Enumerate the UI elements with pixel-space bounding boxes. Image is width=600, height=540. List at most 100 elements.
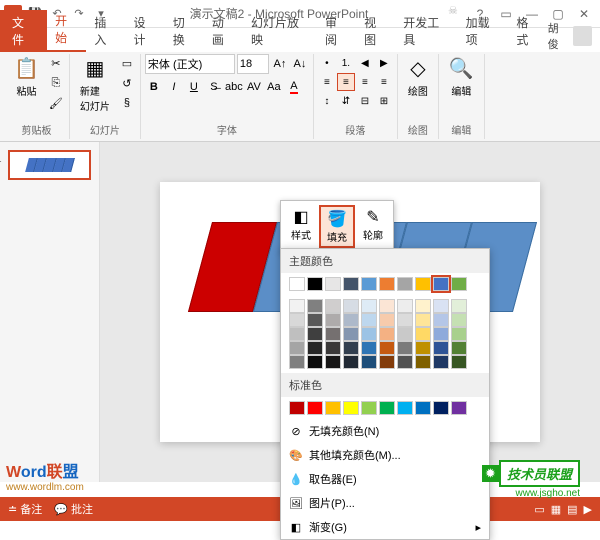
mini-style-button[interactable]: ◧ 样式: [285, 205, 317, 248]
spacing-icon[interactable]: AV: [245, 78, 263, 96]
mini-fill-button[interactable]: 🪣 填充: [319, 205, 355, 248]
theme-tint-swatch[interactable]: [397, 299, 413, 313]
slide-thumbnail-1[interactable]: 1: [8, 150, 91, 180]
tab-home[interactable]: 开始: [47, 8, 86, 52]
theme-tint-swatch[interactable]: [397, 327, 413, 341]
indent-increase-icon[interactable]: ▶: [375, 54, 393, 72]
smartart-icon[interactable]: ⊞: [375, 92, 393, 110]
theme-tint-swatch[interactable]: [397, 341, 413, 355]
theme-tint-swatch[interactable]: [289, 299, 305, 313]
text-direction-icon[interactable]: ⇵: [337, 92, 355, 110]
theme-tint-swatch[interactable]: [415, 341, 431, 355]
standard-color-swatch[interactable]: [307, 401, 323, 415]
gradient-item[interactable]: ◧ 渐变(G) ▸: [281, 515, 489, 539]
normal-view-icon[interactable]: ▭: [534, 503, 544, 516]
drawing-button[interactable]: ◇ 绘图: [402, 54, 434, 100]
indent-decrease-icon[interactable]: ◀: [356, 54, 374, 72]
theme-tint-swatch[interactable]: [289, 313, 305, 327]
theme-tint-swatch[interactable]: [415, 299, 431, 313]
layout-icon[interactable]: ▭: [118, 54, 136, 72]
standard-color-swatch[interactable]: [397, 401, 413, 415]
theme-color-swatch[interactable]: [361, 277, 377, 291]
no-fill-item[interactable]: ⊘ 无填充颜色(N): [281, 419, 489, 443]
copy-icon[interactable]: ⎘: [47, 74, 65, 92]
font-color-icon[interactable]: A: [285, 78, 303, 96]
format-painter-icon[interactable]: 🖌: [47, 94, 65, 112]
theme-tint-swatch[interactable]: [433, 341, 449, 355]
standard-color-swatch[interactable]: [451, 401, 467, 415]
theme-tint-swatch[interactable]: [397, 355, 413, 369]
theme-tint-swatch[interactable]: [307, 355, 323, 369]
tab-format[interactable]: 格式: [508, 10, 547, 52]
status-comments[interactable]: 💬 批注: [54, 501, 93, 517]
line-spacing-icon[interactable]: ↕: [318, 92, 336, 110]
theme-tint-swatch[interactable]: [451, 341, 467, 355]
theme-tint-swatch[interactable]: [343, 299, 359, 313]
bullets-icon[interactable]: •: [318, 54, 336, 72]
theme-color-swatch[interactable]: [307, 277, 323, 291]
theme-tint-swatch[interactable]: [307, 341, 323, 355]
theme-tint-swatch[interactable]: [289, 341, 305, 355]
tab-design[interactable]: 设计: [126, 10, 165, 52]
tab-slideshow[interactable]: 幻灯片放映: [243, 10, 317, 52]
theme-tint-swatch[interactable]: [307, 313, 323, 327]
theme-tint-swatch[interactable]: [343, 313, 359, 327]
theme-color-swatch[interactable]: [397, 277, 413, 291]
theme-tint-swatch[interactable]: [433, 313, 449, 327]
justify-icon[interactable]: ≡: [375, 73, 393, 91]
cut-icon[interactable]: ✂: [47, 54, 65, 72]
theme-tint-swatch[interactable]: [325, 355, 341, 369]
theme-tint-swatch[interactable]: [361, 299, 377, 313]
paste-button[interactable]: 📋 粘贴: [8, 54, 45, 100]
new-slide-button[interactable]: ▦ 新建 幻灯片: [74, 54, 116, 115]
theme-color-swatch[interactable]: [289, 277, 305, 291]
theme-tint-swatch[interactable]: [325, 313, 341, 327]
theme-tint-swatch[interactable]: [325, 341, 341, 355]
standard-color-swatch[interactable]: [343, 401, 359, 415]
theme-tint-swatch[interactable]: [361, 327, 377, 341]
theme-color-swatch[interactable]: [325, 277, 341, 291]
picture-fill-item[interactable]: 🖼 图片(P)...: [281, 491, 489, 515]
theme-tint-swatch[interactable]: [379, 299, 395, 313]
section-icon[interactable]: §: [118, 94, 136, 112]
theme-color-swatch[interactable]: [415, 277, 431, 291]
theme-tint-swatch[interactable]: [397, 313, 413, 327]
theme-tint-swatch[interactable]: [289, 327, 305, 341]
theme-tint-swatch[interactable]: [361, 341, 377, 355]
user-name[interactable]: 胡俊: [548, 20, 569, 52]
theme-tint-swatch[interactable]: [307, 299, 323, 313]
standard-color-swatch[interactable]: [325, 401, 341, 415]
mini-outline-button[interactable]: ✎ 轮廓: [357, 205, 389, 248]
theme-color-swatch[interactable]: [433, 277, 449, 291]
theme-tint-swatch[interactable]: [361, 313, 377, 327]
theme-tint-swatch[interactable]: [415, 355, 431, 369]
tab-file[interactable]: 文件: [0, 10, 47, 52]
tab-transitions[interactable]: 切换: [165, 10, 204, 52]
strikethrough-icon[interactable]: S̶: [205, 78, 223, 96]
theme-color-swatch[interactable]: [343, 277, 359, 291]
align-right-icon[interactable]: ≡: [356, 73, 374, 91]
theme-tint-swatch[interactable]: [325, 299, 341, 313]
tab-review[interactable]: 审阅: [317, 10, 356, 52]
theme-tint-swatch[interactable]: [379, 327, 395, 341]
sorter-view-icon[interactable]: ▦: [551, 503, 561, 516]
theme-tint-swatch[interactable]: [307, 327, 323, 341]
align-left-icon[interactable]: ≡: [318, 73, 336, 91]
theme-tint-swatch[interactable]: [343, 341, 359, 355]
standard-color-swatch[interactable]: [361, 401, 377, 415]
font-family-select[interactable]: [145, 54, 235, 74]
user-avatar[interactable]: [573, 26, 592, 46]
standard-color-swatch[interactable]: [415, 401, 431, 415]
underline-icon[interactable]: U: [185, 78, 203, 96]
theme-tint-swatch[interactable]: [451, 299, 467, 313]
eyedropper-item[interactable]: 💧 取色器(E): [281, 467, 489, 491]
decrease-font-icon[interactable]: A↓: [291, 55, 309, 73]
theme-tint-swatch[interactable]: [343, 327, 359, 341]
theme-color-swatch[interactable]: [451, 277, 467, 291]
theme-color-swatch[interactable]: [379, 277, 395, 291]
tab-animations[interactable]: 动画: [204, 10, 243, 52]
font-size-select[interactable]: [237, 54, 269, 74]
theme-tint-swatch[interactable]: [361, 355, 377, 369]
theme-tint-swatch[interactable]: [325, 327, 341, 341]
theme-tint-swatch[interactable]: [379, 313, 395, 327]
